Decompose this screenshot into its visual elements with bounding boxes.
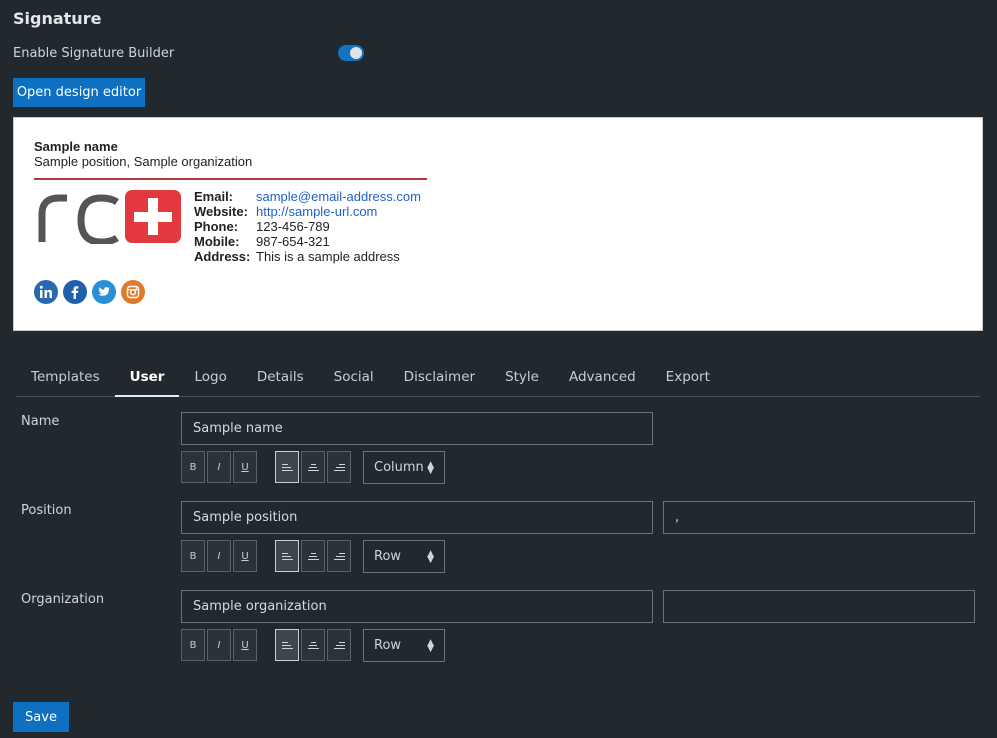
contact-row-website: Website: http://sample-url.com: [194, 204, 378, 219]
align-center-icon: [307, 552, 319, 560]
rc-plus-logo-icon: [38, 190, 181, 244]
signature-name: Sample name: [34, 139, 118, 154]
align-left-icon: [281, 463, 293, 471]
align-center-icon: [307, 641, 319, 649]
position-underline-button[interactable]: U: [233, 540, 257, 572]
organization-input[interactable]: [181, 590, 653, 623]
tab-disclaimer[interactable]: Disclaimer: [389, 357, 490, 396]
align-right-icon: [333, 552, 345, 560]
facebook-icon[interactable]: [63, 280, 87, 304]
page-title: Signature: [13, 9, 102, 28]
sort-arrows-icon: ▲ ▼: [427, 637, 434, 654]
position-align-left-button[interactable]: [275, 540, 299, 572]
signature-divider: [34, 178, 427, 180]
align-center-icon: [307, 463, 319, 471]
save-button[interactable]: Save: [13, 702, 69, 732]
signature-position: Sample position, Sample organization: [34, 154, 253, 169]
organization-italic-button[interactable]: I: [207, 629, 231, 661]
organization-label: Organization: [21, 592, 105, 607]
align-left-icon: [281, 641, 293, 649]
organization-bold-button[interactable]: B: [181, 629, 205, 661]
position-style-buttons: B I U Row ▲ ▼: [181, 540, 445, 573]
open-design-editor-button[interactable]: Open design editor: [13, 78, 145, 107]
name-align-right-button[interactable]: [327, 451, 351, 483]
tab-advanced[interactable]: Advanced: [554, 357, 651, 396]
twitter-icon[interactable]: [92, 280, 116, 304]
signature-preview: Sample name Sample position, Sample orga…: [13, 117, 983, 331]
tab-social[interactable]: Social: [319, 357, 389, 396]
name-style-buttons: B I U Column ▲ ▼: [181, 451, 445, 484]
align-right-icon: [333, 641, 345, 649]
name-align-left-button[interactable]: [275, 451, 299, 483]
email-link[interactable]: sample@email-address.com: [256, 189, 421, 204]
enable-signature-builder-label: Enable Signature Builder: [13, 46, 175, 61]
tab-templates[interactable]: Templates: [16, 357, 115, 396]
name-input[interactable]: [181, 412, 653, 445]
tab-user[interactable]: User: [114, 357, 180, 397]
instagram-icon[interactable]: [121, 280, 145, 304]
tab-export[interactable]: Export: [651, 357, 725, 396]
organization-align-center-button[interactable]: [301, 629, 325, 661]
name-align-center-button[interactable]: [301, 451, 325, 483]
name-italic-button[interactable]: I: [207, 451, 231, 483]
organization-align-left-button[interactable]: [275, 629, 299, 661]
name-underline-button[interactable]: U: [233, 451, 257, 483]
organization-align-right-button[interactable]: [327, 629, 351, 661]
settings-tabs: Templates User Logo Details Social Discl…: [16, 357, 980, 397]
position-input[interactable]: [181, 501, 653, 534]
tab-details[interactable]: Details: [242, 357, 319, 396]
linkedin-icon[interactable]: [34, 280, 58, 304]
align-right-icon: [333, 463, 345, 471]
organization-separator-input[interactable]: [663, 590, 975, 623]
position-bold-button[interactable]: B: [181, 540, 205, 572]
position-separator-input[interactable]: [663, 501, 975, 534]
sort-arrows-icon: ▲ ▼: [427, 459, 434, 476]
toggle-knob: [350, 47, 362, 59]
tab-logo[interactable]: Logo: [179, 357, 241, 396]
contact-row-address: Address: This is a sample address: [194, 249, 400, 264]
contact-row-mobile: Mobile: 987-654-321: [194, 234, 330, 249]
website-link[interactable]: http://sample-url.com: [256, 204, 377, 219]
signature-contact-list: Email: sample@email-address.com Website: h…: [194, 189, 421, 264]
tab-style[interactable]: Style: [490, 357, 554, 396]
contact-row-email: Email: sample@email-address.com: [194, 189, 421, 204]
position-italic-button[interactable]: I: [207, 540, 231, 572]
position-align-right-button[interactable]: [327, 540, 351, 572]
position-align-center-button[interactable]: [301, 540, 325, 572]
organization-style-buttons: B I U Row ▲ ▼: [181, 629, 445, 662]
position-label: Position: [21, 503, 72, 518]
name-bold-button[interactable]: B: [181, 451, 205, 483]
position-layout-select[interactable]: Row ▲ ▼: [363, 540, 445, 573]
sort-arrows-icon: ▲ ▼: [427, 548, 434, 565]
organization-layout-select[interactable]: Row ▲ ▼: [363, 629, 445, 662]
name-label: Name: [21, 414, 60, 429]
contact-row-phone: Phone: 123-456-789: [194, 219, 330, 234]
name-layout-select[interactable]: Column ▲ ▼: [363, 451, 445, 484]
enable-signature-builder-toggle[interactable]: [338, 45, 364, 61]
organization-underline-button[interactable]: U: [233, 629, 257, 661]
social-icons: [34, 280, 145, 304]
align-left-icon: [281, 552, 293, 560]
